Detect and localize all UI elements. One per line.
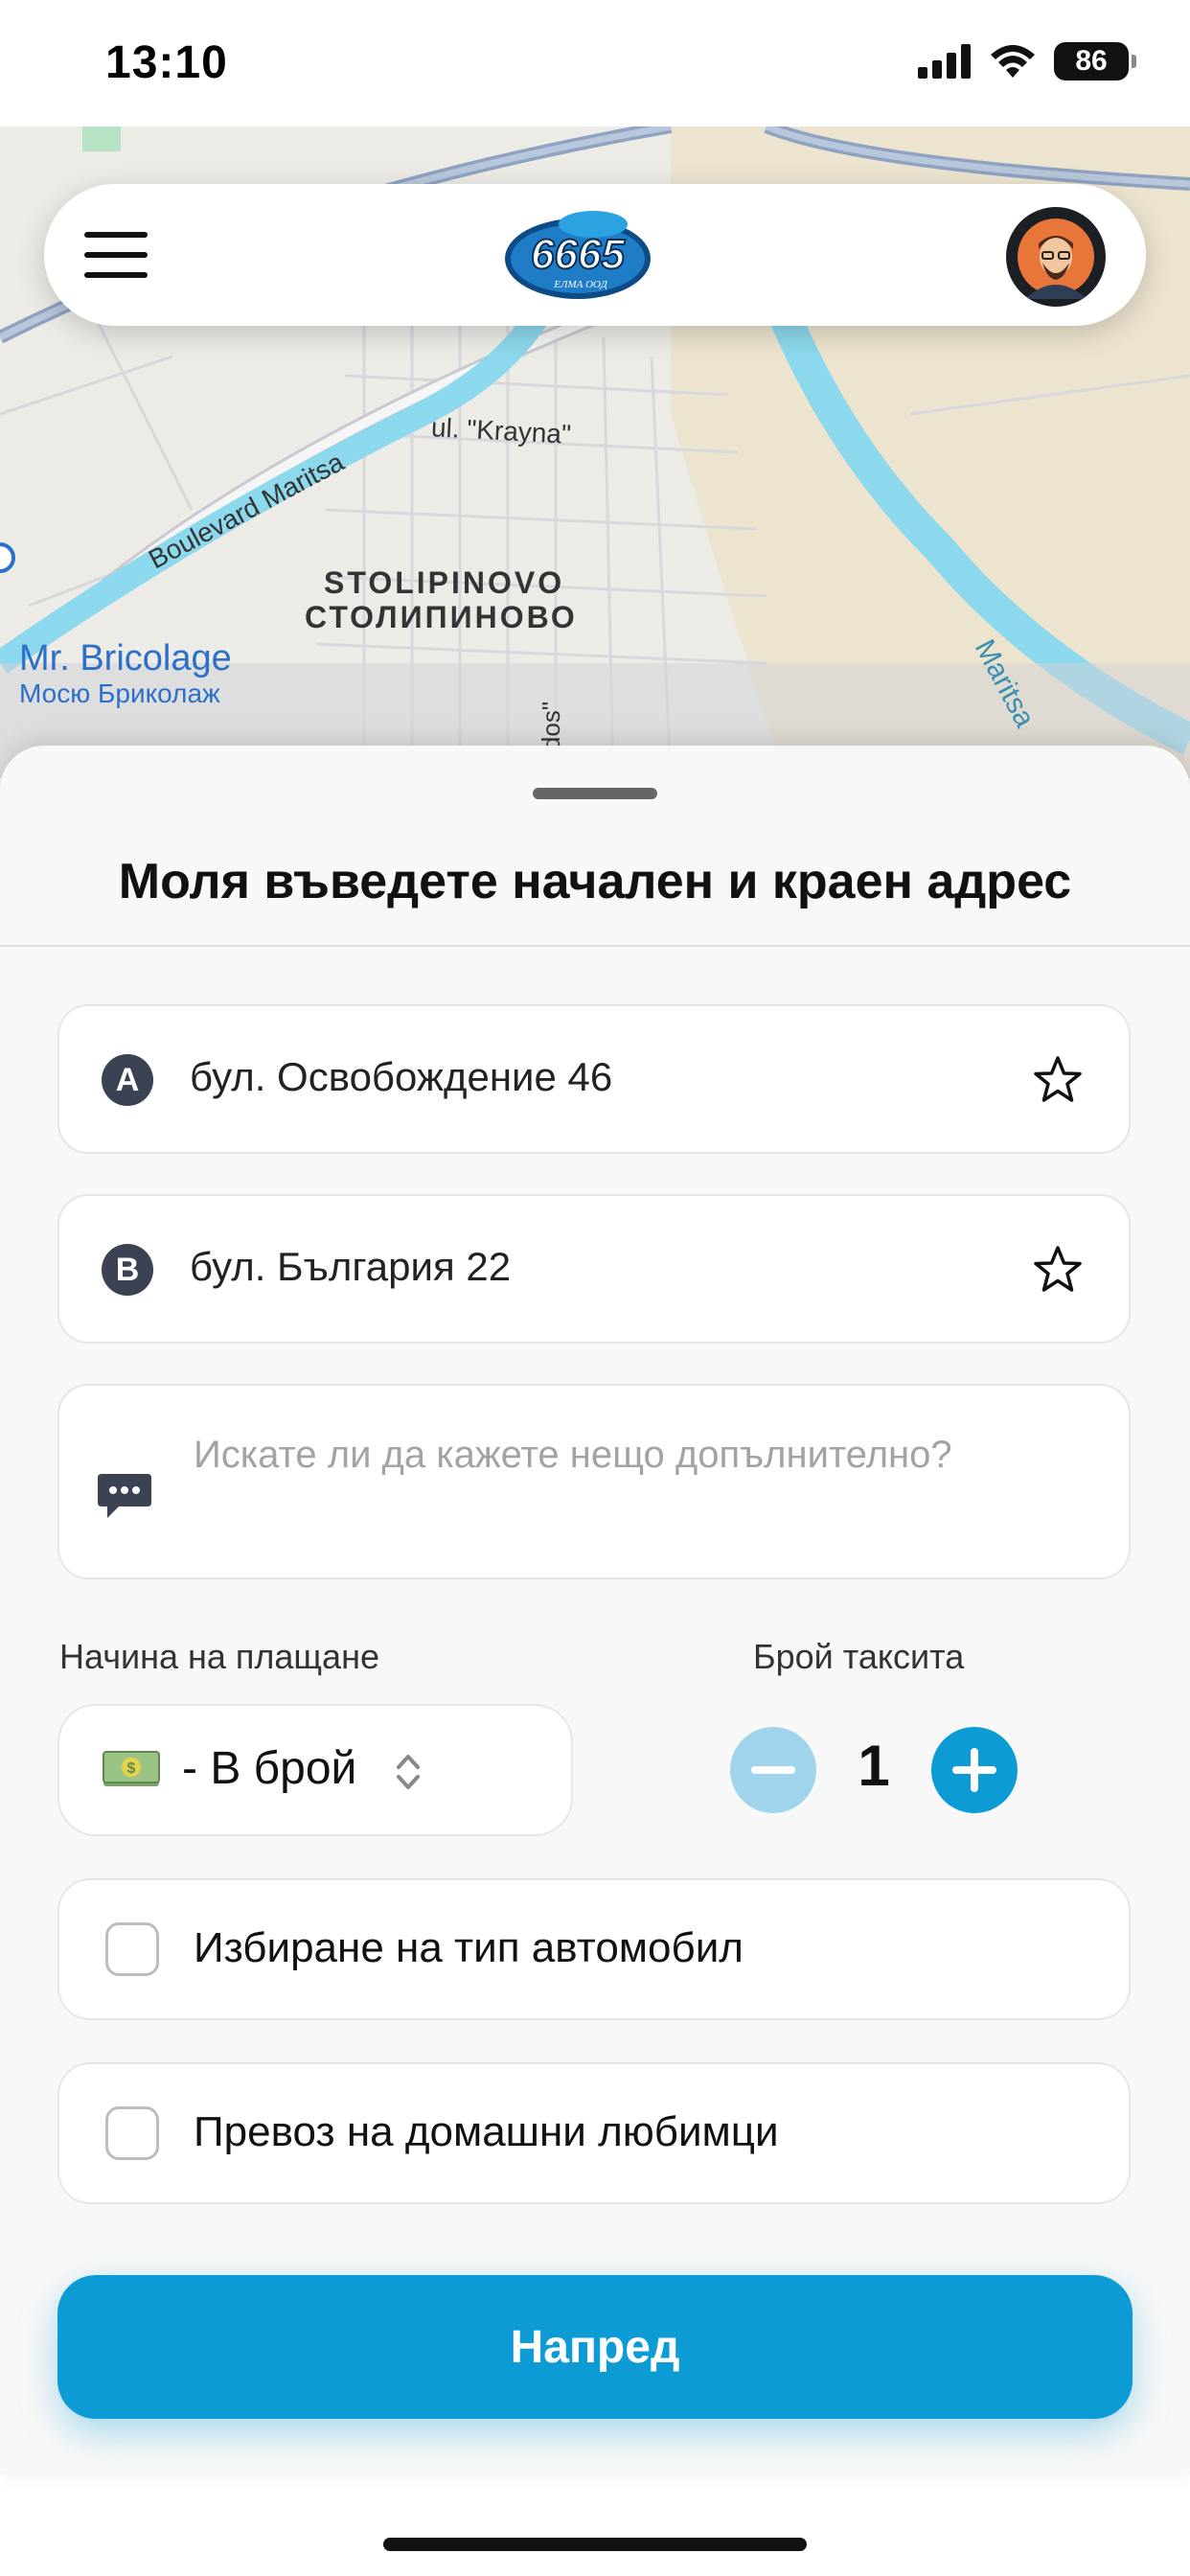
destination-marker-icon: B bbox=[102, 1244, 153, 1296]
map-district-label: СТОЛИПИНОВО bbox=[305, 600, 578, 634]
sheet-drag-handle[interactable] bbox=[533, 788, 657, 799]
bottom-safe-area bbox=[0, 2474, 1190, 2576]
note-input-field[interactable]: Искате ли да кажете нещо допълнително? bbox=[57, 1384, 1131, 1579]
note-placeholder[interactable]: Искате ли да кажете нещо допълнително? bbox=[194, 1434, 952, 1477]
menu-icon[interactable] bbox=[84, 232, 148, 278]
destination-address-value[interactable]: бул. България 22 bbox=[190, 1244, 511, 1290]
increase-taxi-count-button[interactable] bbox=[931, 1727, 1018, 1813]
decrease-taxi-count-button[interactable] bbox=[730, 1727, 816, 1813]
status-icons: 86 bbox=[918, 42, 1136, 80]
next-button[interactable]: Напред bbox=[57, 2275, 1133, 2419]
chevron-up-down-icon bbox=[397, 1755, 420, 1789]
divider bbox=[0, 945, 1190, 947]
destination-address-field[interactable]: B бул. България 22 bbox=[57, 1194, 1131, 1344]
sheet-title: Моля въведете начален и краен адрес bbox=[118, 854, 1072, 909]
profile-avatar[interactable] bbox=[1006, 207, 1106, 307]
taxi-count-label: Брой таксита bbox=[753, 1637, 965, 1676]
taxi-count-value: 1 bbox=[858, 1734, 890, 1798]
home-indicator[interactable] bbox=[383, 2538, 807, 2551]
car-type-option-label: Избиране на тип автомобил bbox=[194, 1924, 744, 1971]
top-header-bar: 6665 ЕЛМА ООД bbox=[44, 184, 1146, 326]
favorite-star-icon[interactable] bbox=[1029, 1242, 1087, 1300]
map-poi-label[interactable]: Mr. Bricolage bbox=[19, 638, 232, 679]
car-type-option-row[interactable]: Избиране на тип автомобил bbox=[57, 1878, 1131, 2020]
booking-sheet: Моля въведете начален и краен адрес A бу… bbox=[0, 746, 1190, 2474]
wifi-icon bbox=[991, 45, 1035, 78]
payment-method-value: - В брой bbox=[182, 1743, 357, 1794]
status-time: 13:10 bbox=[105, 37, 228, 88]
brand-logo: 6665 ЕЛМА ООД bbox=[505, 211, 651, 299]
origin-address-value[interactable]: бул. Освобождение 46 bbox=[190, 1054, 612, 1100]
cash-icon: $ bbox=[103, 1751, 160, 1786]
signal-icon bbox=[918, 44, 971, 79]
pet-transport-option-row[interactable]: Превоз на домашни любимци bbox=[57, 2062, 1131, 2204]
status-bar: 13:10 86 bbox=[0, 0, 1190, 126]
payment-method-select[interactable]: $ - В брой bbox=[57, 1704, 573, 1836]
svg-text:ЕЛМА ООД: ЕЛМА ООД bbox=[553, 279, 607, 290]
origin-address-field[interactable]: A бул. Освобождение 46 bbox=[57, 1004, 1131, 1154]
svg-text:6665: 6665 bbox=[531, 231, 625, 278]
chat-bubble-icon bbox=[98, 1474, 151, 1518]
avatar-image bbox=[1008, 209, 1104, 305]
payment-method-label: Начина на плащане bbox=[59, 1637, 379, 1676]
origin-marker-icon: A bbox=[102, 1054, 153, 1106]
favorite-star-icon[interactable] bbox=[1029, 1052, 1087, 1110]
battery-indicator: 86 bbox=[1054, 42, 1136, 80]
svg-text:$: $ bbox=[127, 1760, 136, 1777]
pet-transport-checkbox[interactable] bbox=[105, 2106, 159, 2160]
pet-transport-option-label: Превоз на домашни любимци bbox=[194, 2108, 779, 2155]
car-type-checkbox[interactable] bbox=[105, 1922, 159, 1976]
map-poi-sublabel: Мосю Бриколаж bbox=[19, 678, 220, 708]
map-district-label: STOLIPINOVO bbox=[324, 565, 565, 600]
